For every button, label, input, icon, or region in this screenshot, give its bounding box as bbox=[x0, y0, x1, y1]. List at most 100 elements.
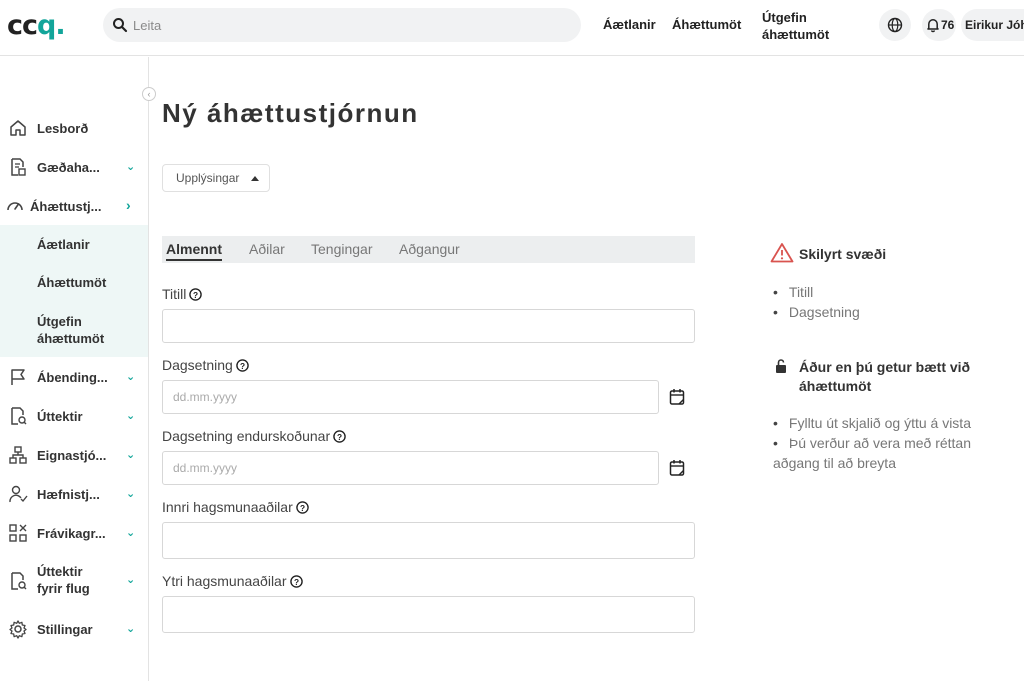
calendar-icon[interactable] bbox=[669, 388, 685, 406]
help-icon[interactable]: ? bbox=[295, 501, 309, 514]
sidebar-item-label: Hæfnistj... bbox=[37, 487, 100, 502]
chevron-down-icon: ⌄ bbox=[126, 488, 136, 500]
review-date-label: Dagsetning endurskoðunar? bbox=[162, 428, 346, 444]
help-icon[interactable]: ? bbox=[189, 288, 203, 301]
sidebar-subitem-plans[interactable]: Áætlanir bbox=[37, 236, 90, 253]
flight-audit-icon bbox=[11, 572, 27, 590]
sidebar-item-deviations[interactable]: Frávikagr... ⌄ bbox=[0, 523, 148, 543]
nav-risk-assessments[interactable]: Áhættumöt bbox=[672, 17, 741, 32]
user-name: Eirikur Jóh bbox=[965, 18, 1024, 32]
sidebar-item-settings[interactable]: Stillingar ⌄ bbox=[0, 619, 148, 639]
document-check-icon bbox=[11, 158, 26, 176]
sidebar-item-label: Gæðaha... bbox=[37, 160, 100, 175]
external-stakeholders-input[interactable] bbox=[162, 596, 695, 633]
calendar-icon[interactable] bbox=[669, 459, 685, 477]
required-fields-title: Skilyrt svæði bbox=[799, 246, 887, 262]
warning-icon bbox=[770, 243, 794, 263]
date-label-text: Dagsetning bbox=[162, 357, 233, 373]
hierarchy-icon bbox=[9, 446, 27, 464]
title-input[interactable] bbox=[162, 309, 695, 343]
sidebar-collapse-button[interactable]: ‹ bbox=[142, 87, 156, 101]
internal-stakeholders-label: Innri hagsmunaaðilar? bbox=[162, 499, 309, 515]
sidebar-item-preflight-audits[interactable]: Úttektir fyrir flug ⌄ bbox=[0, 563, 148, 599]
tab-parties[interactable]: Aðilar bbox=[249, 241, 285, 257]
required-item: Titill bbox=[773, 282, 813, 302]
home-icon bbox=[10, 120, 26, 136]
chevron-down-icon: ⌄ bbox=[126, 410, 136, 422]
help-icon[interactable]: ? bbox=[333, 430, 346, 443]
chevron-down-icon: ⌄ bbox=[126, 574, 136, 586]
info-button-label: Upplýsingar bbox=[176, 171, 240, 185]
sidebar-item-competence[interactable]: Hæfnistj... ⌄ bbox=[0, 484, 148, 504]
date-input[interactable] bbox=[162, 380, 659, 414]
help-icon[interactable]: ? bbox=[289, 575, 303, 588]
review-date-label-text: Dagsetning endurskoðunar bbox=[162, 428, 331, 444]
grid-x-icon bbox=[9, 524, 27, 542]
sidebar-item-assets[interactable]: Eignastjó... ⌄ bbox=[0, 445, 148, 465]
audit-icon bbox=[11, 407, 27, 425]
sidebar-item-dashboard[interactable]: Lesborð bbox=[0, 118, 148, 138]
svg-text:?: ? bbox=[293, 577, 298, 587]
sidebar-subitem-published[interactable]: Útgefin áhættumöt bbox=[37, 313, 117, 347]
sidebar-item-label: Áhættustj... bbox=[30, 199, 102, 214]
search-bar[interactable] bbox=[103, 8, 581, 42]
user-check-icon bbox=[9, 485, 28, 503]
language-button[interactable] bbox=[879, 9, 911, 41]
sidebar-item-reports[interactable]: Ábending... ⌄ bbox=[0, 367, 148, 387]
gauge-icon bbox=[7, 202, 23, 211]
internal-stakeholders-label-text: Innri hagsmunaaðilar bbox=[162, 499, 293, 515]
chevron-left-icon: ‹ bbox=[147, 89, 151, 99]
review-date-input[interactable] bbox=[162, 451, 659, 485]
before-add-title: Áður en þú getur bætt við áhættumöt bbox=[799, 359, 971, 394]
svg-text:?: ? bbox=[337, 432, 342, 442]
chevron-down-icon: ⌄ bbox=[126, 371, 136, 383]
user-menu[interactable]: Eirikur Jóh bbox=[961, 9, 1024, 41]
before-add-note-1: • Fylltu út skjalið og ýttu á vista bbox=[773, 415, 971, 431]
svg-text:?: ? bbox=[193, 290, 198, 300]
external-stakeholders-label-text: Ytri hagsmunaaðilar bbox=[162, 573, 287, 589]
form-tabs: Almennt Aðilar Tengingar Aðgangur bbox=[162, 236, 695, 263]
sidebar-item-label: Eignastjó... bbox=[37, 448, 107, 463]
sidebar: Lesborð Gæðaha... ⌄ Áhættustj... › Áætla… bbox=[0, 57, 149, 681]
before-add-note-2-text: Þú verður að vera með réttan aðgang til … bbox=[773, 435, 972, 471]
notifications-button[interactable]: 76 bbox=[922, 9, 956, 41]
chevron-down-icon: ⌄ bbox=[126, 449, 136, 461]
bell-icon bbox=[927, 19, 939, 33]
sidebar-item-risk-management[interactable]: Áhættustj... › bbox=[0, 196, 148, 216]
tab-connections[interactable]: Tengingar bbox=[311, 241, 373, 257]
svg-text:?: ? bbox=[240, 361, 245, 371]
sidebar-item-label: Úttektir bbox=[37, 409, 83, 424]
gear-icon bbox=[9, 620, 27, 639]
sidebar-subitem-risk-assessments[interactable]: Áhættumöt bbox=[37, 274, 106, 291]
risk-management-submenu: Áætlanir Áhættumöt Útgefin áhættumöt bbox=[0, 225, 148, 357]
sidebar-item-label: Úttektir fyrir flug bbox=[37, 564, 90, 596]
sidebar-item-label: Lesborð bbox=[37, 121, 89, 136]
info-dropdown-button[interactable]: Upplýsingar bbox=[162, 164, 270, 192]
search-input[interactable] bbox=[133, 8, 563, 42]
app-logo[interactable]: ccq. bbox=[7, 10, 66, 41]
date-label: Dagsetning? bbox=[162, 357, 249, 373]
chevron-right-icon: › bbox=[126, 197, 131, 213]
tab-general[interactable]: Almennt bbox=[166, 241, 222, 261]
nav-plans[interactable]: Áætlanir bbox=[603, 17, 656, 32]
before-add-note-1-text: Fylltu út skjalið og ýttu á vista bbox=[788, 415, 971, 431]
search-icon bbox=[113, 18, 128, 33]
title-label: Titill? bbox=[162, 286, 203, 302]
logo-text: cc bbox=[7, 10, 38, 41]
page-title: Ný áhættustjórnun bbox=[162, 98, 419, 128]
sidebar-item-label: Stillingar bbox=[37, 622, 93, 637]
sidebar-item-quality[interactable]: Gæðaha... ⌄ bbox=[0, 157, 148, 177]
top-header: ccq. Áætlanir Áhættumöt Útgefin áhættumö… bbox=[0, 0, 1024, 56]
sidebar-item-label: Ábending... bbox=[37, 370, 108, 385]
internal-stakeholders-input[interactable] bbox=[162, 522, 695, 559]
sidebar-item-audits[interactable]: Úttektir ⌄ bbox=[0, 406, 148, 426]
sidebar-item-label: Frávikagr... bbox=[37, 526, 106, 541]
chevron-down-icon: ⌄ bbox=[126, 527, 136, 539]
required-item: Dagsetning bbox=[773, 302, 860, 322]
lock-icon bbox=[776, 359, 786, 373]
tab-access[interactable]: Aðgangur bbox=[399, 241, 460, 257]
logo-accent: q. bbox=[37, 10, 66, 41]
flag-icon bbox=[11, 369, 25, 385]
help-icon[interactable]: ? bbox=[236, 359, 249, 372]
nav-published-risk-assessments[interactable]: Útgefin áhættumöt bbox=[762, 9, 842, 43]
